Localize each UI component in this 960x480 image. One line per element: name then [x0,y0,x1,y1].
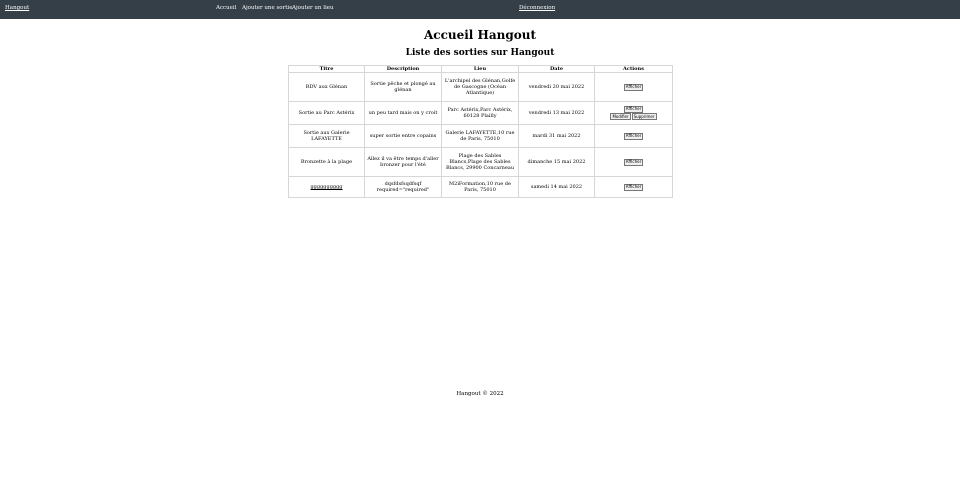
nav-link-ajouter-lieu[interactable]: Ajouter un lieu [292,5,334,12]
cell-lieu: Galerie LAFAYETTE,10 rue de Paris, 75010 [441,124,519,148]
cell-actions: Afficher [594,147,673,177]
nav-link-ajouter-sortie[interactable]: Ajouter une sortie [242,5,292,12]
afficher-button[interactable]: Afficher [623,83,644,91]
afficher-button[interactable]: Afficher [623,158,644,166]
cell-titre: Bronzette à la plage [288,147,365,177]
cell-description: un peu tard mais on y croit [364,101,442,125]
brand-link[interactable]: Hangout [5,5,29,12]
cell-titre: Sortie au Parc Astérix [288,101,365,125]
cell-actions: Afficher Modifier Supprimer [594,101,673,125]
cell-description: Sortie pêche et plongé au glénan [364,72,442,102]
top-navbar: Hangout Accueil Ajouter une sortie Ajout… [0,0,960,19]
cell-actions: Afficher [594,176,673,198]
footer: Hangout © 2022 [456,391,504,397]
cell-titre: gggggggggg [288,176,365,198]
table-row: Bronzette à la plage Allez il va être te… [288,147,673,177]
cell-lieu: Plage des Sables Blancs,Plage des Sables… [441,147,519,177]
page-title: Accueil Hangout [423,28,537,42]
afficher-button[interactable]: Afficher [623,183,644,191]
cell-actions: Afficher [594,124,673,148]
nav-link-accueil[interactable]: Accueil [216,5,236,12]
cell-description: super sortie entre copains [364,124,442,148]
table-row: Sortie au Parc Astérix un peu tard mais … [288,101,673,125]
cell-actions: Afficher [594,72,673,102]
column-header-description: Description [364,65,442,73]
page-subtitle: Liste des sorties sur Hangout [405,48,555,58]
column-header-lieu: Lieu [441,65,519,73]
cell-lieu: L'archipel des Glénan,Golfe de Gascogne … [441,72,519,102]
afficher-button[interactable]: Afficher [623,105,644,113]
table-header-row: Titre Description Lieu Date Actions [288,65,673,73]
table-row: Sortie aux Galerie LAFAYETTE super sorti… [288,124,673,148]
cell-lieu: Parc Astérix,Parc Astérix, 60128 Plailly [441,101,519,125]
cell-date: mardi 31 mai 2022 [518,124,595,148]
cell-description: dqsfdsfsqdfsqf required="required" [364,176,442,198]
modifier-button[interactable]: Modifier [610,113,631,121]
column-header-actions: Actions [594,65,673,73]
supprimer-button[interactable]: Supprimer [631,113,657,121]
afficher-button[interactable]: Afficher [623,132,644,140]
cell-lieu: M2iFormation,10 rue de Paris, 75010 [441,176,519,198]
table-row: gggggggggg dqsfdsfsqdfsqf required="requ… [288,176,673,198]
logout-link[interactable]: Déconnexion [519,5,555,12]
cell-date: vendredi 13 mai 2022 [518,101,595,125]
column-header-date: Date [518,65,595,73]
cell-date: dimanche 15 mai 2022 [518,147,595,177]
cell-titre: Sortie aux Galerie LAFAYETTE [288,124,365,148]
cell-date: vendredi 20 mai 2022 [518,72,595,102]
sorties-table: Titre Description Lieu Date Actions RDV … [288,65,673,198]
table-row: RDV aux Glénan Sortie pêche et plongé au… [288,72,673,102]
cell-description: Allez il va être temps d'aller bronzer p… [364,147,442,177]
column-header-titre: Titre [288,65,365,73]
cell-date: samedi 14 mai 2022 [518,176,595,198]
cell-titre: RDV aux Glénan [288,72,365,102]
